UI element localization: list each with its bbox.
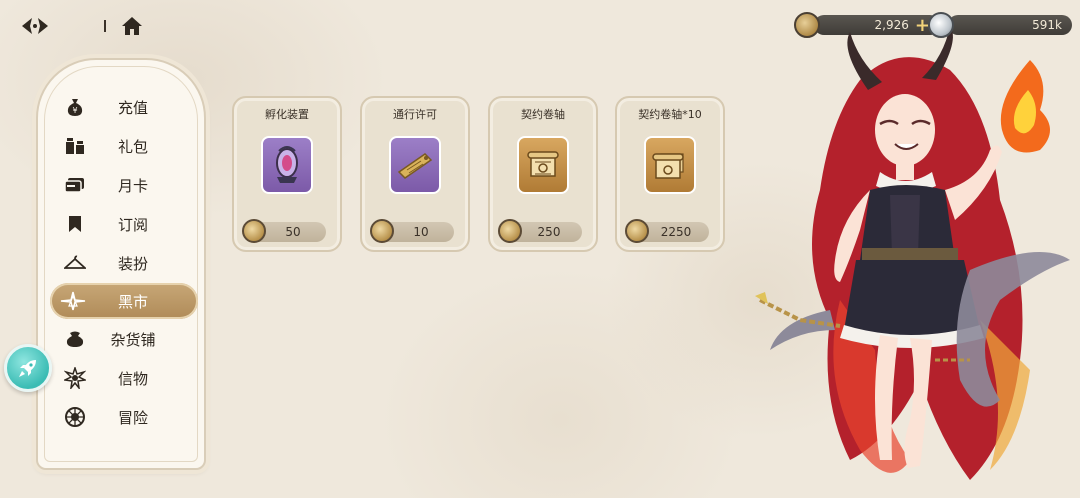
menu-item-gift-pack[interactable]: 礼包 xyxy=(52,129,196,163)
menu-item-black-market[interactable]: 黑市 xyxy=(50,283,198,319)
menu-label: 杂货铺 xyxy=(110,330,156,349)
wheel-icon xyxy=(62,406,88,428)
shop-item-card[interactable]: 孵化装置 50 xyxy=(232,96,342,252)
price-coin-icon xyxy=(370,219,394,243)
price-coin-icon xyxy=(242,219,266,243)
pouch-icon xyxy=(62,330,88,348)
gift-icon xyxy=(62,136,88,156)
menu-item-monthly-card[interactable]: 月卡 xyxy=(52,168,196,202)
item-name: 契约卷轴*10 xyxy=(638,108,702,121)
card-icon xyxy=(62,176,88,194)
menu-label: 冒险 xyxy=(117,408,148,427)
hanger-icon xyxy=(62,255,88,271)
menu-label: 信物 xyxy=(117,369,148,388)
silver-coin-icon xyxy=(928,12,954,38)
back-button[interactable] xyxy=(18,12,52,40)
menu-item-grocery[interactable]: 杂货铺 xyxy=(52,322,196,356)
item-name: 通行许可 xyxy=(393,108,437,121)
scroll-icon xyxy=(527,151,559,177)
shop-category-menu: ¥ 充值 礼包 月卡 订阅 装扮 黑市 杂货铺 信物 冒险 xyxy=(36,58,206,470)
bookmark-icon xyxy=(62,215,88,233)
item-image xyxy=(517,136,569,194)
price-coin-icon xyxy=(498,219,522,243)
permit-ticket-icon xyxy=(397,153,433,179)
menu-item-recharge[interactable]: ¥ 充值 xyxy=(52,90,196,124)
nav-separator xyxy=(104,20,106,32)
svg-text:¥: ¥ xyxy=(72,106,77,115)
shop-item-card[interactable]: 契约卷轴 250 xyxy=(488,96,598,252)
incubator-icon xyxy=(276,146,298,183)
menu-label: 礼包 xyxy=(117,137,148,156)
shop-item-card[interactable]: 契约卷轴*10 2250 xyxy=(615,96,725,252)
item-name: 孵化装置 xyxy=(265,108,309,121)
rocket-icon xyxy=(19,360,36,377)
shop-item-card[interactable]: 通行许可 10 xyxy=(360,96,470,252)
menu-label: 订阅 xyxy=(117,215,148,234)
compass-star-icon xyxy=(60,291,86,311)
home-icon xyxy=(122,17,142,35)
item-image xyxy=(261,136,313,194)
menu-label: 充值 xyxy=(117,98,148,117)
rocket-button[interactable] xyxy=(4,344,52,392)
item-image xyxy=(644,136,696,194)
menu-item-subscription[interactable]: 订阅 xyxy=(52,207,196,241)
scroll-bundle-icon xyxy=(652,153,684,179)
home-button[interactable] xyxy=(118,12,146,40)
menu-item-token[interactable]: 信物 xyxy=(52,361,196,395)
item-image xyxy=(389,136,441,194)
top-nav xyxy=(18,12,146,40)
shopkeeper-character-illustration xyxy=(755,26,1070,481)
menu-item-outfit[interactable]: 装扮 xyxy=(52,246,196,280)
price-coin-icon xyxy=(625,219,649,243)
item-name: 契约卷轴 xyxy=(521,108,565,121)
menu-label: 黑市 xyxy=(117,292,148,311)
menu-label: 月卡 xyxy=(117,176,148,195)
back-arrow-icon xyxy=(22,18,48,34)
menu-item-adventure[interactable]: 冒险 xyxy=(52,400,196,434)
money-bag-icon: ¥ xyxy=(62,97,88,117)
gold-coin-icon xyxy=(794,12,820,38)
menu-label: 装扮 xyxy=(117,254,148,273)
emblem-icon xyxy=(62,367,88,389)
